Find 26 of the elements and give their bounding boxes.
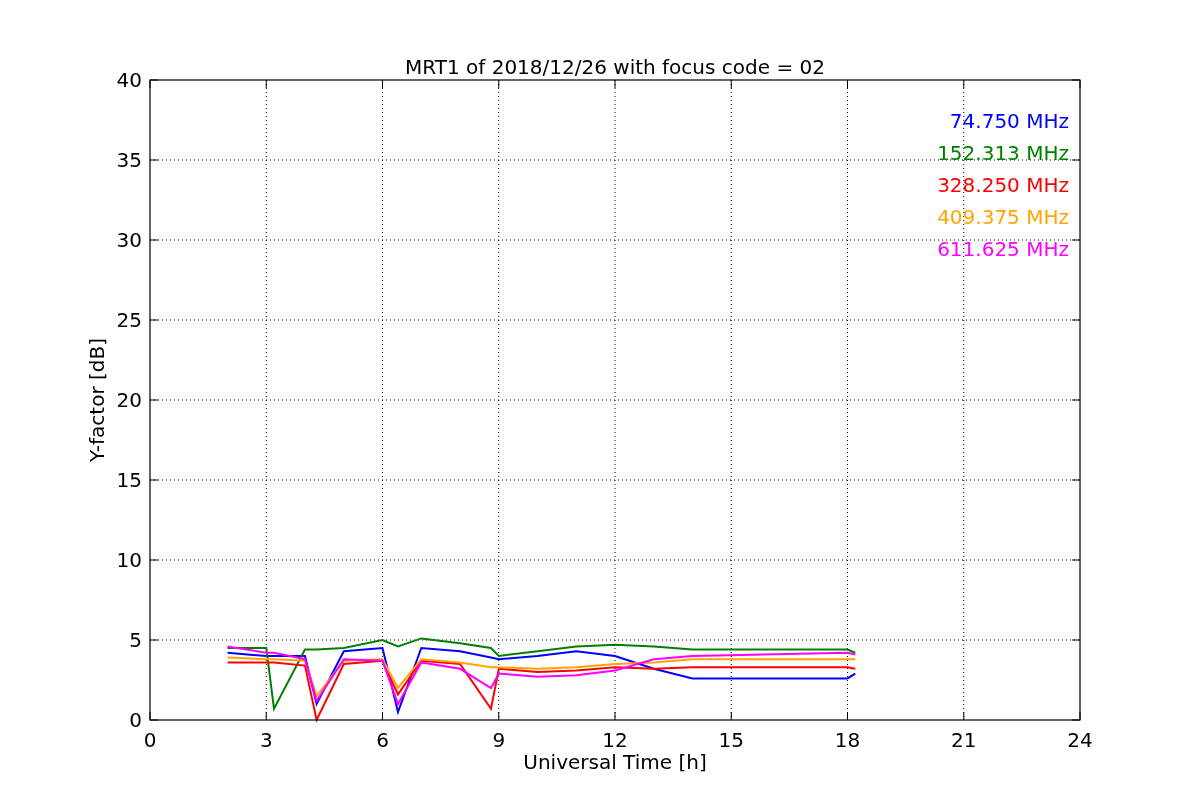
- y-tick-label: 40: [116, 68, 142, 92]
- y-tick-label: 30: [116, 228, 142, 252]
- y-tick-label: 5: [129, 628, 142, 652]
- x-axis-label: Universal Time [h]: [523, 750, 707, 774]
- legend-label: 409.375 MHz: [937, 205, 1069, 229]
- x-tick-label: 6: [376, 728, 389, 752]
- x-tick-label: 12: [602, 728, 628, 752]
- y-tick-label: 25: [116, 308, 142, 332]
- y-tick-label: 10: [116, 548, 142, 572]
- legend-label: 152.313 MHz: [937, 141, 1069, 165]
- y-tick-label: 0: [129, 708, 142, 732]
- x-tick-label: 18: [834, 728, 861, 752]
- x-tick-label: 21: [951, 728, 977, 752]
- x-tick-label: 0: [143, 728, 157, 752]
- legend-label: 328.250 MHz: [937, 173, 1069, 197]
- y-tick-label: 35: [116, 148, 142, 172]
- chart-title: MRT1 of 2018/12/26 with focus code = 02: [405, 55, 825, 79]
- legend-label: 74.750 MHz: [949, 109, 1069, 133]
- x-tick-label: 15: [718, 728, 744, 752]
- legend-label: 611.625 MHz: [937, 237, 1069, 261]
- y-tick-label: 15: [116, 468, 142, 492]
- x-tick-label: 3: [259, 728, 273, 752]
- y-tick-label: 20: [116, 388, 142, 412]
- x-tick-label: 9: [492, 728, 506, 752]
- y-axis-label: Y-factor [dB]: [85, 338, 109, 462]
- x-tick-label: 24: [1067, 728, 1093, 752]
